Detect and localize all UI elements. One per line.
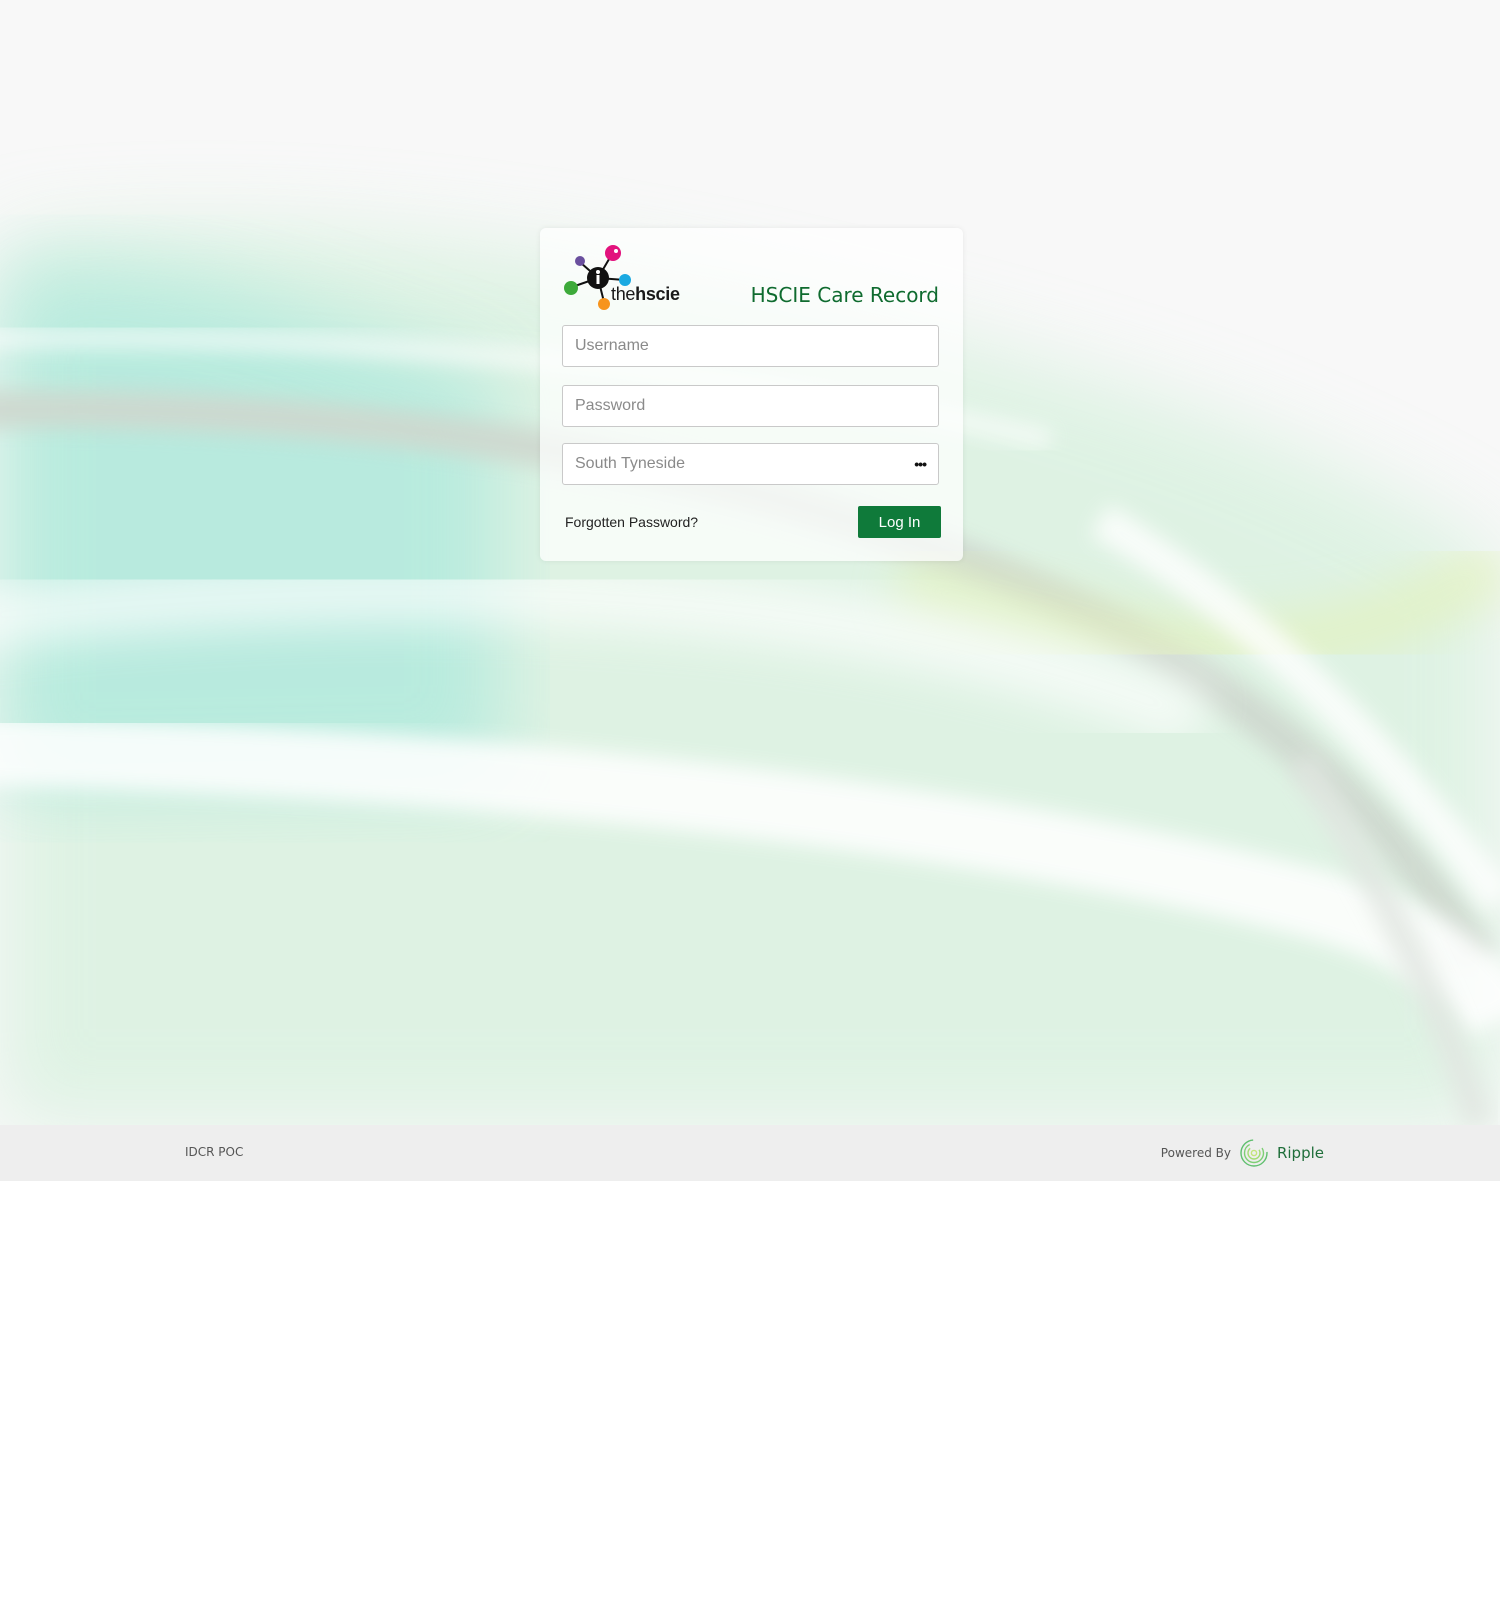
forgot-password-link[interactable]: Forgotten Password? bbox=[565, 514, 698, 530]
background bbox=[0, 0, 1500, 1125]
login-card: thehscie HSCIE Care Record South Tynesid… bbox=[540, 228, 963, 561]
footer: IDCR POC Powered By Ripple bbox=[0, 1125, 1500, 1181]
login-button[interactable]: Log In bbox=[858, 506, 941, 538]
username-input[interactable] bbox=[562, 325, 939, 367]
powered-by-label: Powered By bbox=[1160, 1146, 1231, 1160]
powered-by: Powered By Ripple bbox=[1161, 1136, 1324, 1170]
site-selector-value: South Tyneside bbox=[575, 455, 686, 472]
site-selector[interactable]: South Tyneside ••• bbox=[562, 443, 939, 485]
ellipsis-icon[interactable]: ••• bbox=[914, 456, 927, 472]
ripple-logo-icon bbox=[1240, 1139, 1268, 1167]
logo-wordmark: thehscie bbox=[611, 284, 680, 304]
password-input[interactable] bbox=[562, 385, 939, 427]
footer-label: IDCR POC bbox=[185, 1145, 244, 1159]
hscie-logo: thehscie bbox=[562, 244, 682, 312]
ripple-wordmark: Ripple bbox=[1276, 1144, 1324, 1162]
page-title: HSCIE Care Record bbox=[750, 283, 939, 307]
